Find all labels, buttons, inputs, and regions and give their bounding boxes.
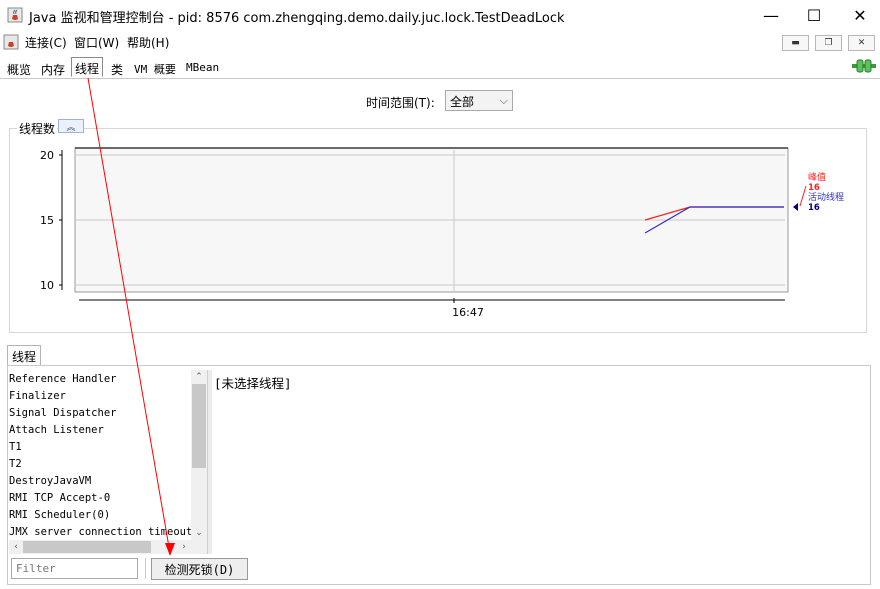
thread-detail: [未选择线程] [214, 376, 292, 391]
scroll-left-icon[interactable]: ‹ [9, 540, 23, 554]
thread-list[interactable]: Reference Handler Finalizer Signal Dispatc… [9, 371, 191, 541]
y-tick-label: 20 [40, 149, 54, 162]
thread-list-hscrollbar[interactable]: ‹ › [9, 540, 207, 554]
tab-thread-list[interactable]: 线程 [7, 345, 41, 366]
thread-list-item[interactable]: DestroyJavaVM [9, 473, 191, 490]
thread-list-item[interactable]: RMI Scheduler(0) [9, 507, 191, 524]
separator [145, 558, 146, 579]
vscroll-thumb[interactable] [192, 384, 206, 468]
thread-list-item[interactable]: Reference Handler [9, 371, 191, 388]
current-value-marker [793, 203, 798, 211]
thread-list-item[interactable]: Signal Dispatcher [9, 405, 191, 422]
detect-deadlock-button[interactable]: 检测死锁(D) [151, 558, 248, 580]
y-tick-label: 10 [40, 279, 54, 292]
legend-label: 峰值 [808, 171, 826, 183]
hscroll-thumb[interactable] [23, 541, 151, 553]
thread-list-item[interactable]: Finalizer [9, 388, 191, 405]
thread-list-item[interactable]: Attach Listener [9, 422, 191, 439]
thread-list-item[interactable]: T1 [9, 439, 191, 456]
thread-list-item[interactable]: JMX server connection timeout [9, 524, 191, 541]
thread-list-item[interactable]: RMI TCP Accept-0 [9, 490, 191, 507]
filter-input[interactable] [11, 558, 138, 579]
scroll-down-icon[interactable]: ⌄ [191, 526, 207, 540]
thread-list-vscrollbar[interactable]: ⌃ ⌄ [191, 370, 207, 540]
split-pane-divider[interactable] [207, 370, 212, 554]
scroll-right-icon[interactable]: › [177, 540, 191, 554]
thread-count-chart: 20151016:47峰值16活动线程16 [40, 147, 844, 319]
thread-list-item[interactable]: T2 [9, 456, 191, 473]
legend-value: 16 [808, 203, 820, 213]
y-tick-label: 15 [40, 214, 54, 227]
legend-value: 16 [808, 183, 820, 193]
scroll-up-icon[interactable]: ⌃ [191, 370, 207, 384]
legend-label: 活动线程 [808, 191, 844, 203]
x-tick-label: 16:47 [452, 306, 484, 319]
legend-connector [799, 185, 807, 207]
